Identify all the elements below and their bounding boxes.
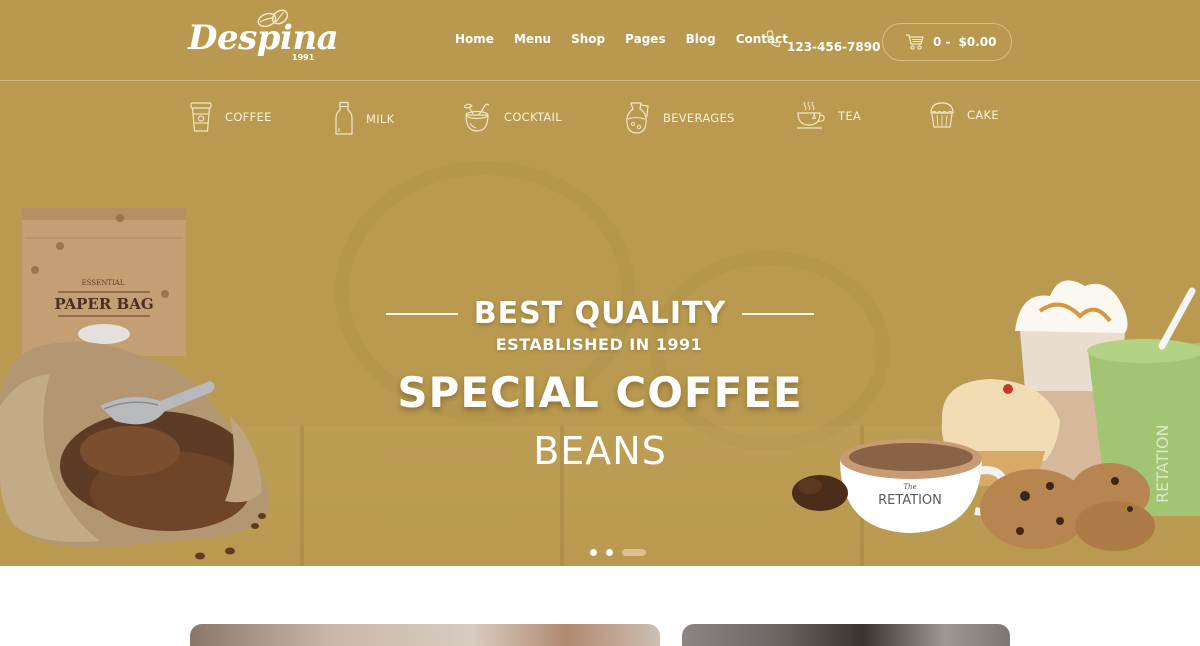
category-label: MILK bbox=[366, 112, 395, 126]
nav-pages[interactable]: Pages bbox=[625, 32, 665, 46]
category-label: CAKE bbox=[967, 108, 999, 122]
phone-contact[interactable]: 123-456-7890 bbox=[766, 30, 880, 54]
nav-menu[interactable]: Menu bbox=[514, 32, 551, 46]
coffee-cup-icon bbox=[190, 102, 212, 132]
divider-right bbox=[742, 312, 815, 315]
category-label: COFFEE bbox=[225, 110, 272, 124]
category-tea[interactable]: TEA bbox=[796, 101, 861, 131]
logo-text: Despina bbox=[188, 18, 339, 58]
category-label: BEVERAGES bbox=[663, 111, 735, 125]
nav-home[interactable]: Home bbox=[455, 32, 494, 46]
category-coffee[interactable]: COFFEE bbox=[189, 101, 272, 133]
cup-brand-small: The bbox=[903, 483, 916, 491]
hero-subtitle: ESTABLISHED IN 1991 bbox=[495, 335, 703, 354]
tea-cup-icon bbox=[797, 101, 825, 129]
hero-title-secondary: BEANS bbox=[533, 429, 667, 473]
cupcake-icon bbox=[930, 102, 954, 128]
cup-brand: RETATION bbox=[878, 493, 942, 508]
divider-left bbox=[385, 312, 458, 315]
category-cocktail[interactable]: COCKTAIL bbox=[462, 101, 562, 133]
hero-slider: COFFEE MILK COCKTAIL BEVERAGES TEA CAKE … bbox=[0, 81, 1200, 566]
category-label: COCKTAIL bbox=[504, 110, 562, 124]
category-bar: COFFEE MILK COCKTAIL BEVERAGES TEA CAKE bbox=[0, 81, 1200, 151]
hero-title: SPECIAL COFFEE bbox=[397, 368, 803, 417]
category-cake[interactable]: CAKE bbox=[929, 101, 999, 129]
feature-card-2[interactable] bbox=[682, 624, 1010, 646]
hero-headline: BEST QUALITY ESTABLISHED IN 1991 SPECIAL… bbox=[0, 296, 1200, 473]
cart-total: $0.00 bbox=[958, 35, 997, 49]
phone-icon bbox=[766, 30, 781, 48]
category-label: TEA bbox=[838, 109, 862, 123]
slider-dot-3-active[interactable] bbox=[622, 549, 646, 556]
phone-number: 123-456-7890 bbox=[787, 40, 881, 54]
site-header: Despina 1991 Home Menu Shop Pages Blog C… bbox=[0, 0, 1200, 81]
jug-icon bbox=[626, 102, 649, 134]
feature-card-1[interactable] bbox=[190, 624, 660, 646]
feature-cards bbox=[0, 566, 1200, 646]
main-nav: Home Menu Shop Pages Blog Contact bbox=[455, 32, 808, 46]
bag-label-top: ESSENTIAL bbox=[82, 279, 125, 287]
nav-blog[interactable]: Blog bbox=[686, 32, 716, 46]
slider-dot-2[interactable] bbox=[606, 549, 613, 556]
category-beverages[interactable]: BEVERAGES bbox=[625, 101, 735, 135]
milk-bottle-icon bbox=[335, 101, 353, 135]
coconut-cocktail-icon bbox=[463, 103, 490, 132]
nav-shop[interactable]: Shop bbox=[571, 32, 605, 46]
category-milk[interactable]: MILK bbox=[334, 101, 394, 137]
slider-pagination bbox=[590, 549, 646, 556]
hero-kicker: BEST QUALITY bbox=[473, 296, 727, 331]
cart-button[interactable]: 0 - $0.00 bbox=[882, 23, 1012, 61]
cart-count: 0 - bbox=[933, 35, 951, 49]
logo[interactable]: Despina 1991 bbox=[188, 8, 339, 70]
slider-dot-1[interactable] bbox=[590, 549, 597, 556]
cart-icon bbox=[906, 34, 924, 50]
logo-year: 1991 bbox=[292, 53, 315, 62]
